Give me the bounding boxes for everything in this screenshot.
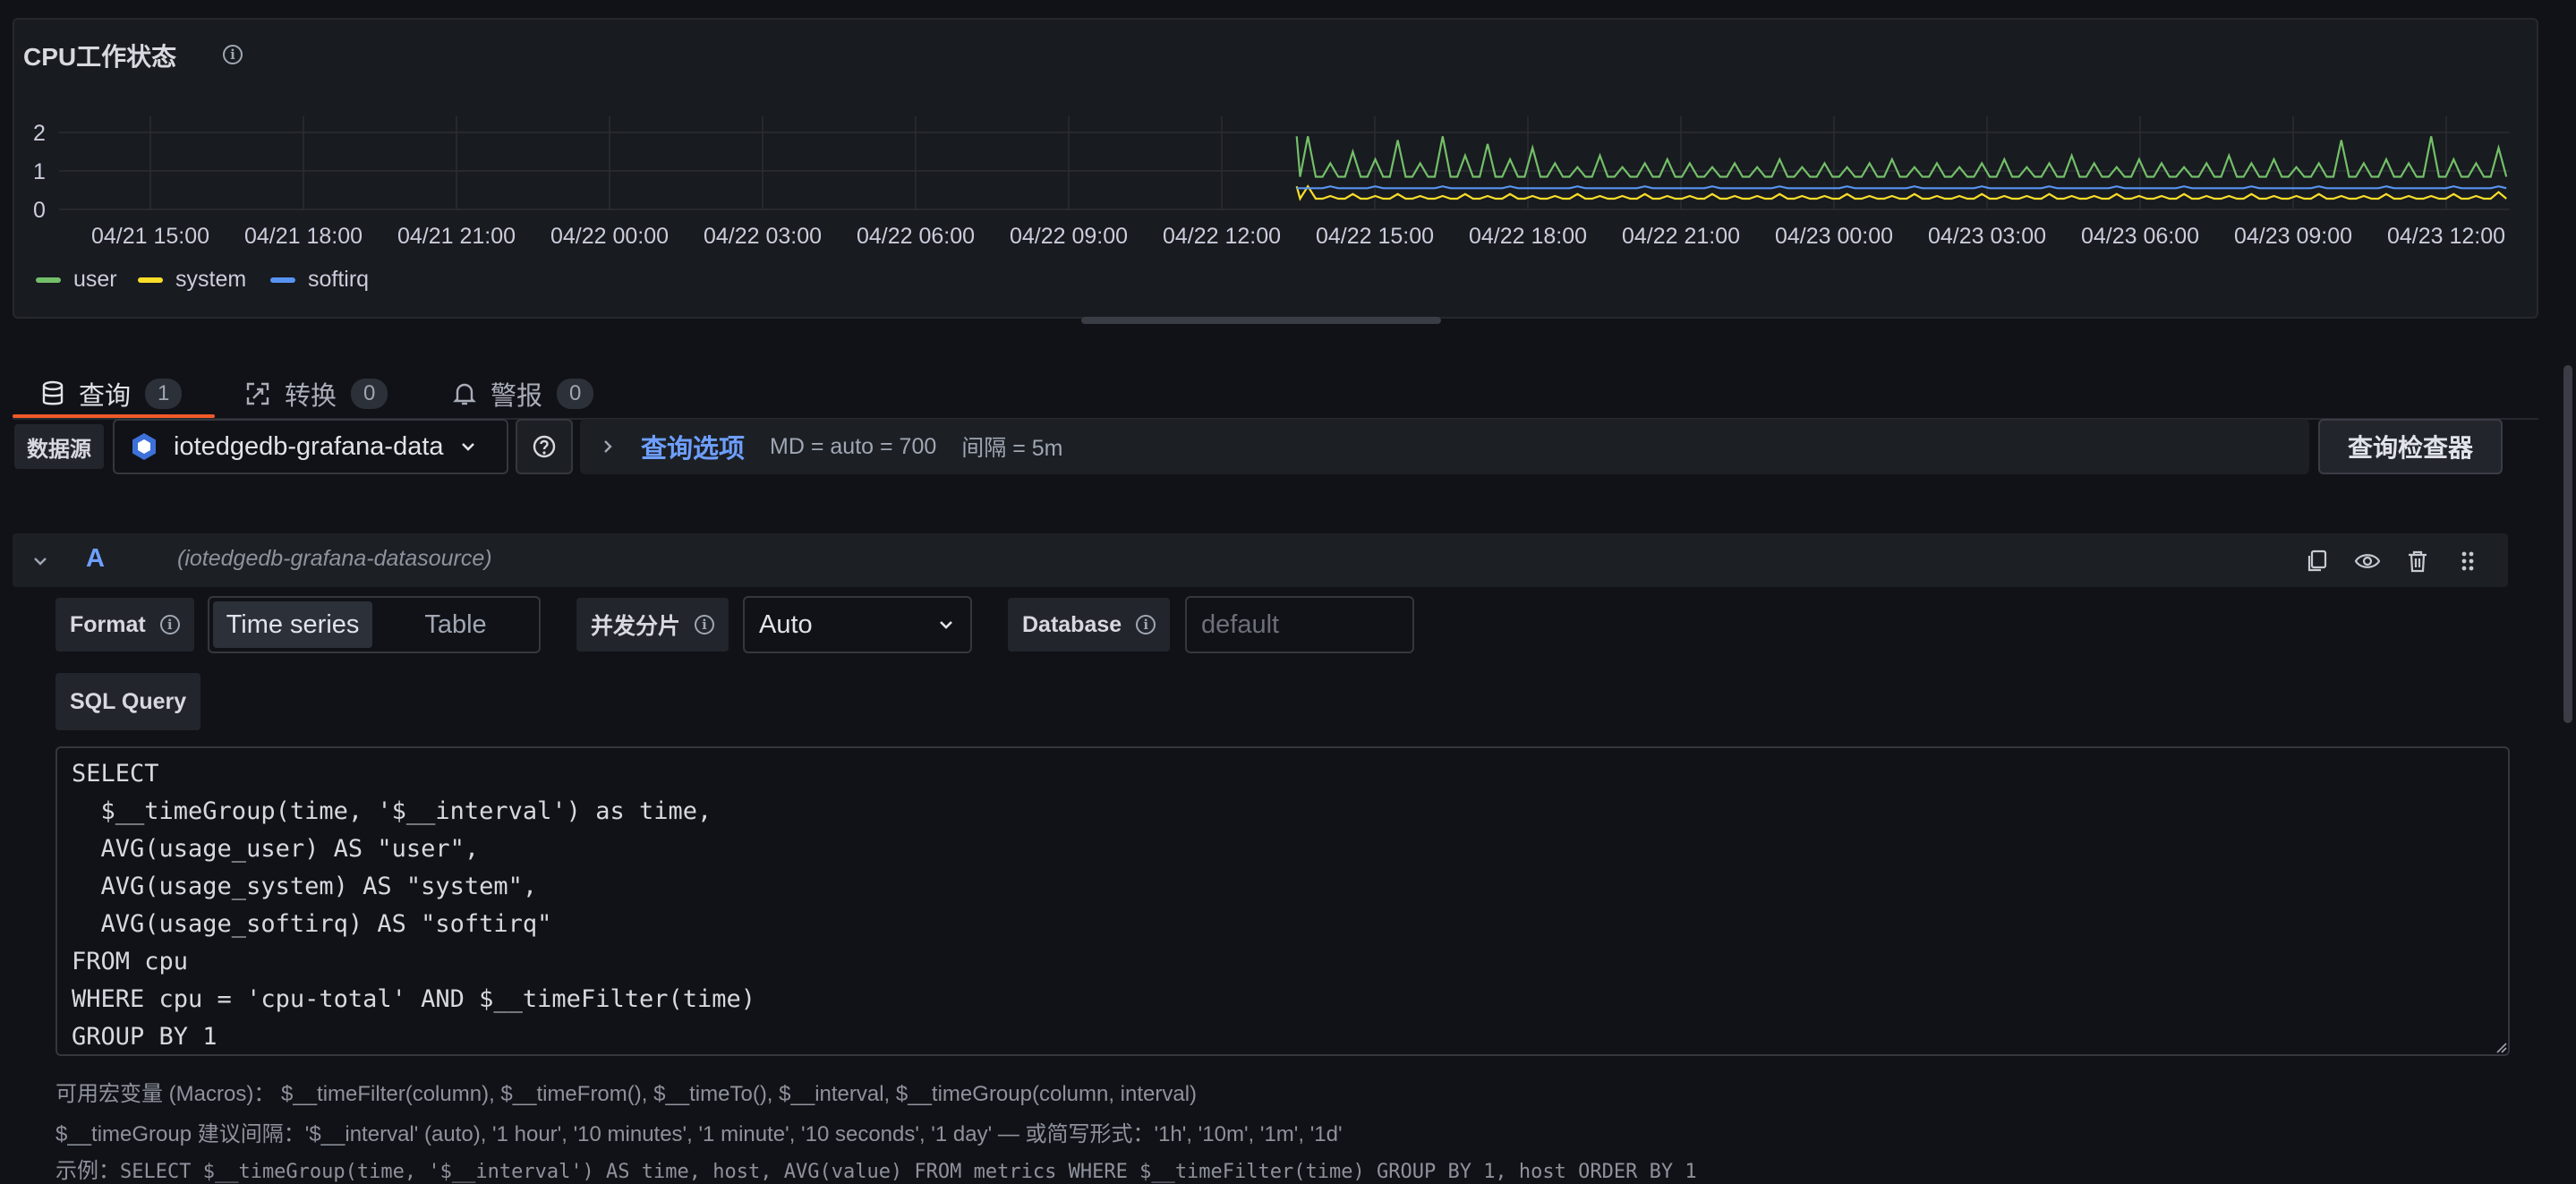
x-tick-label: 04/22 00:00	[550, 224, 669, 249]
info-circle-icon[interactable]: i	[159, 615, 180, 635]
legend-item-softirq[interactable]: softirq	[270, 267, 369, 293]
info-circle-icon[interactable]: i	[223, 45, 243, 64]
sql-query-label: SQL Query	[55, 673, 201, 730]
sql-line: AVG(usage_user) AS "user",	[72, 835, 480, 863]
query-options-bar[interactable]: 查询选项 MD = auto = 700 间隔 = 5m	[580, 419, 2309, 474]
x-tick-label: 04/22 18:00	[1469, 224, 1587, 249]
horizontal-scrollbar[interactable]	[1081, 317, 1441, 324]
sql-editor[interactable]: SELECT $__timeGroup(time, '$__interval')…	[55, 746, 2510, 1056]
chevron-right-icon	[604, 440, 612, 453]
shard-selected-value: Auto	[759, 609, 813, 639]
series-line-softirq	[1296, 185, 2507, 190]
x-tick-label: 04/21 21:00	[397, 224, 516, 249]
x-tick-label: 04/23 09:00	[2234, 224, 2352, 249]
legend-item-system[interactable]: system	[138, 267, 246, 293]
sql-line: $__timeGroup(time, '$__interval') as tim…	[72, 797, 712, 825]
database-label-text: Database	[1022, 611, 1122, 637]
chevron-down-icon	[940, 621, 952, 629]
format-option-table[interactable]: Table	[376, 601, 535, 648]
resize-handle-icon[interactable]	[2494, 1040, 2508, 1054]
help-example-prefix: 示例：	[55, 1159, 120, 1183]
tab-label: 警报	[490, 382, 543, 411]
format-label: Format i	[55, 598, 194, 652]
y-tick-label: 2	[33, 121, 46, 146]
transform-icon	[246, 382, 269, 405]
shard-label: 并发分片 i	[576, 598, 729, 652]
x-tick-label: 04/22 03:00	[704, 224, 822, 249]
tab-label: 查询	[79, 382, 132, 411]
query-inspector-button[interactable]: 查询检查器	[2318, 419, 2503, 474]
query-options-md: MD = auto = 700	[770, 433, 937, 459]
legend-swatch	[138, 277, 163, 283]
shard-label-text: 并发分片	[591, 614, 681, 639]
query-datasource-name: (iotedgedb-grafana-datasource)	[177, 546, 492, 571]
database-label: Database i	[1008, 598, 1171, 652]
legend-swatch	[36, 277, 61, 283]
legend-label: user	[73, 267, 117, 292]
sql-line: SELECT	[72, 760, 159, 788]
help-example-code: SELECT $__timeGroup(time, '$__interval')…	[120, 1161, 1697, 1183]
database-icon	[42, 380, 64, 405]
x-tick-label: 04/22 06:00	[857, 224, 975, 249]
eye-icon[interactable]	[2354, 548, 2381, 575]
info-circle-icon[interactable]: i	[1136, 615, 1156, 635]
x-tick-label: 04/22 21:00	[1622, 224, 1740, 249]
sql-line: GROUP BY 1	[72, 1023, 218, 1051]
collapse-chevron-icon[interactable]	[30, 551, 50, 571]
x-tick-label: 04/22 15:00	[1316, 224, 1434, 249]
tab-count-badge: 1	[145, 379, 183, 409]
sql-line: WHERE cpu = 'cpu-total' AND $__timeFilte…	[72, 985, 756, 1013]
question-circle-icon	[533, 435, 556, 458]
sql-line: AVG(usage_softirq) AS "softirq"	[72, 910, 552, 938]
datasource-selected: iotedgedb-grafana-data	[174, 431, 444, 461]
duplicate-query-icon[interactable]	[2304, 548, 2331, 575]
x-tick-label: 04/23 00:00	[1775, 224, 1893, 249]
legend-swatch	[270, 277, 295, 283]
y-tick-label: 1	[33, 159, 46, 184]
datasource-logo-icon	[132, 433, 156, 460]
legend-label: system	[175, 267, 247, 292]
tab-query[interactable]: 查询 1	[41, 367, 183, 421]
format-label-text: Format	[70, 611, 146, 637]
x-tick-label: 04/22 09:00	[1010, 224, 1128, 249]
legend-item-user[interactable]: user	[36, 267, 117, 293]
vertical-scrollbar[interactable]	[2563, 365, 2572, 723]
x-tick-label: 04/23 06:00	[2081, 224, 2199, 249]
cpu-line-chart: 2 1 0 04/21 15:00 04/21 18:00 04/21 21:00 04/2…	[33, 116, 2510, 249]
y-tick-label: 0	[33, 198, 46, 223]
trash-icon[interactable]	[2404, 548, 2431, 575]
tab-count-badge: 0	[557, 379, 594, 409]
x-tick-label: 04/23 12:00	[2387, 224, 2505, 249]
query-options-interval: 间隔 = 5m	[961, 436, 1063, 461]
help-macros: 可用宏变量 (Macros)： $__timeFilter(column), $…	[55, 1082, 1198, 1106]
tab-alert[interactable]: 警报 0	[453, 367, 594, 421]
x-tick-label: 04/21 15:00	[91, 224, 209, 249]
tab-count-badge: 0	[351, 379, 388, 409]
drag-handle-icon[interactable]	[2454, 548, 2481, 575]
tab-transform[interactable]: 转换 0	[245, 367, 388, 421]
format-option-time-series[interactable]: Time series	[213, 601, 372, 648]
database-input[interactable]	[1185, 596, 1414, 653]
help-example: 示例：SELECT $__timeGroup(time, '$__interva…	[55, 1153, 1697, 1184]
sql-line: FROM cpu	[72, 948, 189, 975]
sql-line: AVG(usage_system) AS "system",	[72, 873, 538, 900]
format-toggle[interactable]: Time series Table	[208, 596, 541, 653]
datasource-picker[interactable]: iotedgedb-grafana-data	[113, 419, 508, 474]
datasource-label: 数据源	[14, 424, 104, 469]
x-tick-label: 04/23 03:00	[1928, 224, 2046, 249]
legend-label: softirq	[308, 267, 370, 292]
query-options-title: 查询选项	[641, 435, 746, 464]
shard-select[interactable]: Auto	[743, 596, 972, 653]
tab-label: 转换	[285, 382, 337, 411]
datasource-help-button[interactable]	[516, 419, 573, 474]
chevron-down-icon	[461, 443, 474, 451]
query-ref-id[interactable]: A	[86, 544, 105, 574]
x-tick-label: 04/22 12:00	[1163, 224, 1281, 249]
bell-icon	[453, 383, 476, 405]
x-tick-label: 04/21 18:00	[244, 224, 363, 249]
info-circle-icon[interactable]: i	[695, 615, 715, 635]
panel-title: CPU工作状态	[23, 43, 177, 71]
help-timegroup: $__timeGroup 建议间隔：'$__interval' (auto), …	[55, 1122, 1343, 1146]
